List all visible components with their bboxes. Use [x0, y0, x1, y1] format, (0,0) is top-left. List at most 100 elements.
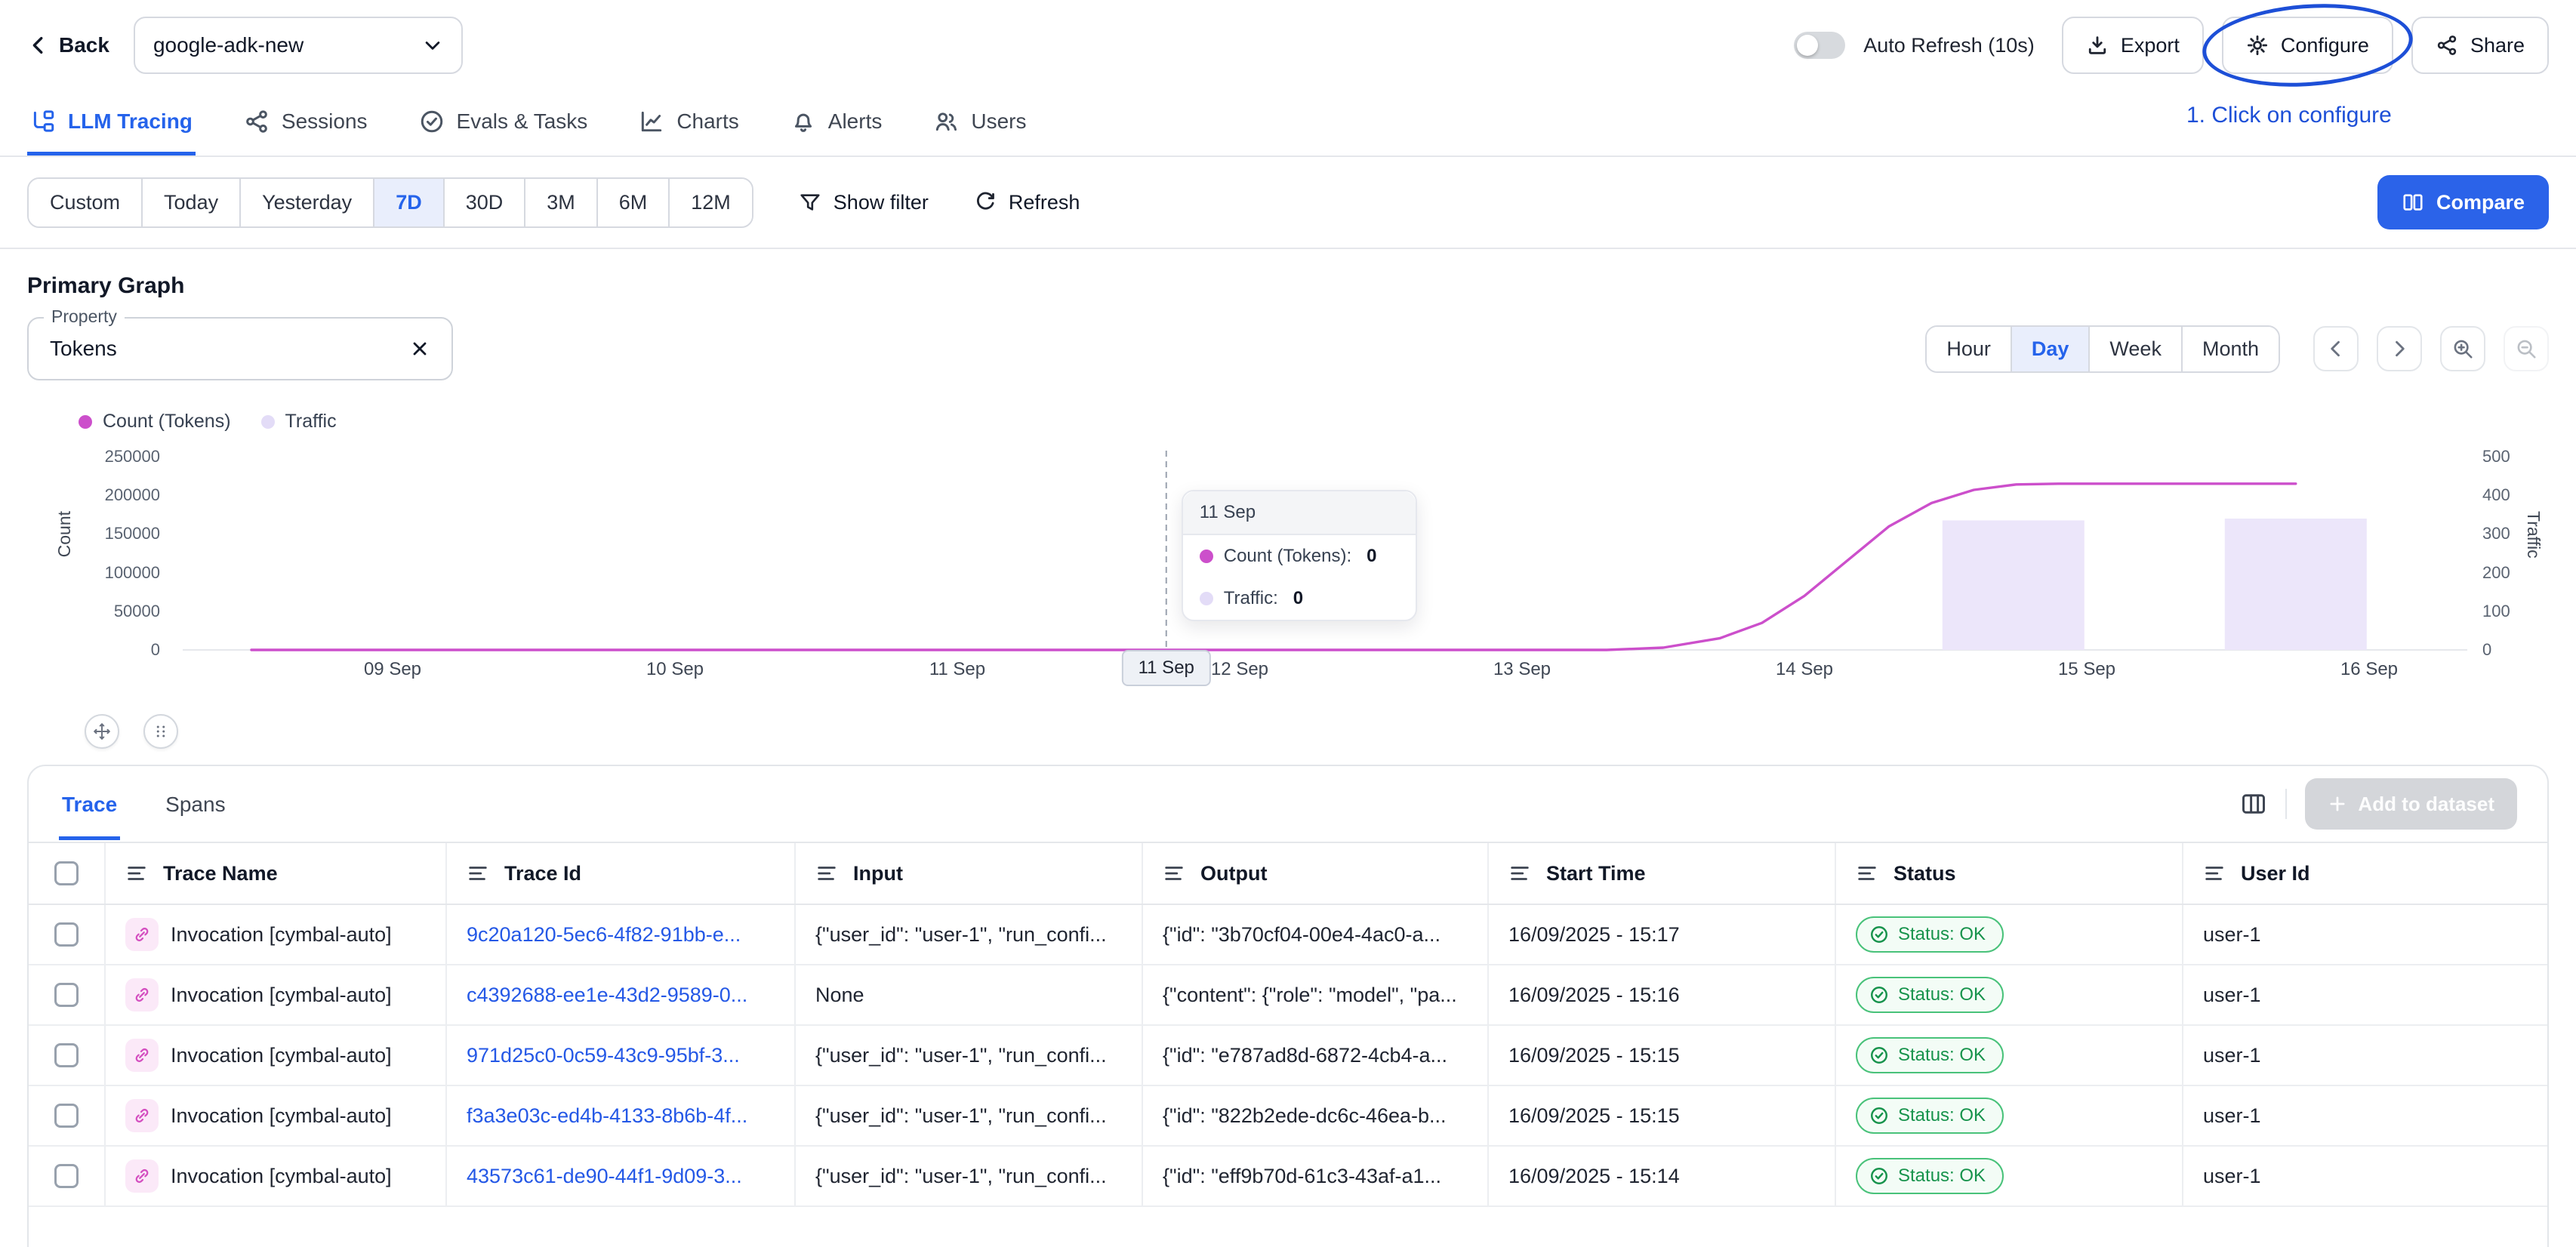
tab-spans[interactable]: Spans [162, 768, 228, 840]
granularity-day[interactable]: Day [2011, 327, 2089, 371]
tab-trace[interactable]: Trace [59, 768, 120, 840]
header-cell[interactable]: Trace Name [104, 843, 445, 904]
header-cell[interactable]: Output [1142, 843, 1487, 904]
trace-input: None [815, 984, 864, 1007]
table-body: Invocation [cymbal-auto]9c20a120-5ec6-4f… [29, 905, 2547, 1207]
chart-tooltip: 11 Sep Count (Tokens): 0 Traffic: 0 [1182, 490, 1417, 621]
trace-user-id: user-1 [2203, 1104, 2261, 1128]
range-custom[interactable]: Custom [29, 179, 141, 226]
chart-area[interactable]: Count Traffic 11 Sep 11 Sep Count (Token… [27, 439, 2549, 710]
tab-sessions[interactable]: Sessions [241, 91, 371, 155]
status-badge: Status: OK [1856, 1037, 2004, 1073]
check-circle-icon [1869, 925, 1889, 944]
trace-id-link[interactable]: 43573c61-de90-44f1-9d09-3... [467, 1165, 742, 1188]
select-all-checkbox[interactable] [54, 861, 79, 885]
invocation-link-icon [125, 918, 159, 951]
panel-actions: Add to dataset [2240, 778, 2517, 830]
trace-id-link[interactable]: c4392688-ee1e-43d2-9589-0... [467, 984, 747, 1007]
row-checkbox[interactable] [54, 922, 79, 947]
auto-refresh-toggle[interactable] [1794, 32, 1845, 59]
header-cell[interactable]: Start Time [1487, 843, 1835, 904]
tab-llm-tracing[interactable]: LLM Tracing [27, 91, 196, 155]
tab-label: Evals & Tasks [457, 109, 588, 134]
share-label: Share [2470, 34, 2525, 57]
row-checkbox[interactable] [54, 1164, 79, 1188]
show-filter-button[interactable]: Show filter [799, 191, 929, 214]
table-row[interactable]: Invocation [cymbal-auto]f3a3e03c-ed4b-41… [29, 1086, 2547, 1147]
table-row[interactable]: Invocation [cymbal-auto]c4392688-ee1e-43… [29, 965, 2547, 1026]
header-cell[interactable]: Input [794, 843, 1142, 904]
status-badge: Status: OK [1856, 1098, 2004, 1134]
project-selector[interactable]: google-adk-new [134, 17, 463, 74]
axis-tick: 50000 [91, 602, 160, 620]
clear-property-button[interactable] [409, 338, 430, 359]
header-cell[interactable]: User Id [2182, 843, 2547, 904]
chart-move-button[interactable] [85, 714, 119, 749]
legend-traffic[interactable]: Traffic [261, 411, 337, 433]
tab-charts[interactable]: Charts [636, 91, 741, 155]
trace-id-link[interactable]: 9c20a120-5ec6-4f82-91bb-e... [467, 923, 741, 947]
table-row[interactable]: Invocation [cymbal-auto]971d25c0-0c59-43… [29, 1026, 2547, 1086]
trace-id-link[interactable]: f3a3e03c-ed4b-4133-8b6b-4f... [467, 1104, 747, 1128]
legend-count[interactable]: Count (Tokens) [79, 411, 231, 433]
header-cell-checkbox [29, 843, 104, 904]
axis-tick: 500 [2482, 448, 2510, 466]
header-cell[interactable]: Status [1835, 843, 2182, 904]
download-icon [2086, 34, 2109, 57]
row-checkbox[interactable] [54, 1043, 79, 1067]
compare-button[interactable]: Compare [2377, 175, 2549, 229]
export-button[interactable]: Export [2062, 17, 2204, 74]
range-7d[interactable]: 7D [373, 179, 443, 226]
columns-button[interactable] [2240, 790, 2267, 817]
left-axis-title: Count [54, 511, 75, 557]
configure-label: Configure [2281, 34, 2369, 57]
range-today[interactable]: Today [141, 179, 239, 226]
zoom-in-button[interactable] [2440, 326, 2485, 371]
column-menu-icon [125, 862, 148, 885]
granularity-month[interactable]: Month [2181, 327, 2279, 371]
count-dot [1200, 550, 1213, 563]
axis-tick: 200000 [91, 486, 160, 504]
property-select[interactable]: Property Tokens [27, 317, 453, 380]
share-button[interactable]: Share [2411, 17, 2549, 74]
legend-label: Count (Tokens) [103, 411, 231, 433]
tab-label: LLM Tracing [68, 109, 193, 134]
granularity-hour[interactable]: Hour [1927, 327, 2011, 371]
axis-tick: 300 [2482, 525, 2510, 543]
trace-id-link[interactable]: 971d25c0-0c59-43c9-95bf-3... [467, 1044, 740, 1067]
row-checkbox[interactable] [54, 1104, 79, 1128]
refresh-button[interactable]: Refresh [974, 191, 1080, 214]
back-button[interactable]: Back [27, 33, 109, 57]
status-badge: Status: OK [1856, 916, 2004, 953]
plus-icon [2328, 794, 2347, 814]
property-label: Property [44, 306, 125, 327]
pan-right-button[interactable] [2377, 326, 2422, 371]
range-3m[interactable]: 3M [524, 179, 596, 226]
range-12m[interactable]: 12M [668, 179, 752, 226]
trace-output: {"id": "e787ad8d-6872-4cb4-a... [1163, 1044, 1447, 1067]
pan-left-button[interactable] [2313, 326, 2359, 371]
bell-icon [790, 109, 816, 134]
add-to-dataset-button[interactable]: Add to dataset [2305, 778, 2517, 830]
trace-start-time: 16/09/2025 - 15:15 [1508, 1104, 1680, 1128]
chart-grid-handle-button[interactable] [143, 714, 178, 749]
table-row[interactable]: Invocation [cymbal-auto]43573c61-de90-44… [29, 1147, 2547, 1207]
zoom-out-button[interactable] [2504, 326, 2549, 371]
invocation-link-icon [125, 1159, 159, 1193]
tab-users[interactable]: Users [930, 91, 1029, 155]
tab-alerts[interactable]: Alerts [787, 91, 886, 155]
range-yesterday[interactable]: Yesterday [239, 179, 373, 226]
axis-tick: 400 [2482, 486, 2510, 504]
table-row[interactable]: Invocation [cymbal-auto]9c20a120-5ec6-4f… [29, 905, 2547, 965]
trace-output: {"id": "822b2ede-dc6c-46ea-b... [1163, 1104, 1447, 1128]
configure-button[interactable]: Configure [2222, 17, 2393, 74]
row-checkbox[interactable] [54, 983, 79, 1007]
granularity-week[interactable]: Week [2088, 327, 2181, 371]
range-30d[interactable]: 30D [443, 179, 525, 226]
axis-tick: 09 Sep [325, 660, 461, 679]
trace-start-time: 16/09/2025 - 15:16 [1508, 984, 1680, 1007]
annotation-step-text: 1. Click on configure [2186, 103, 2392, 128]
range-6m[interactable]: 6M [596, 179, 669, 226]
header-cell[interactable]: Trace Id [445, 843, 794, 904]
tab-evals-tasks[interactable]: Evals & Tasks [416, 91, 591, 155]
